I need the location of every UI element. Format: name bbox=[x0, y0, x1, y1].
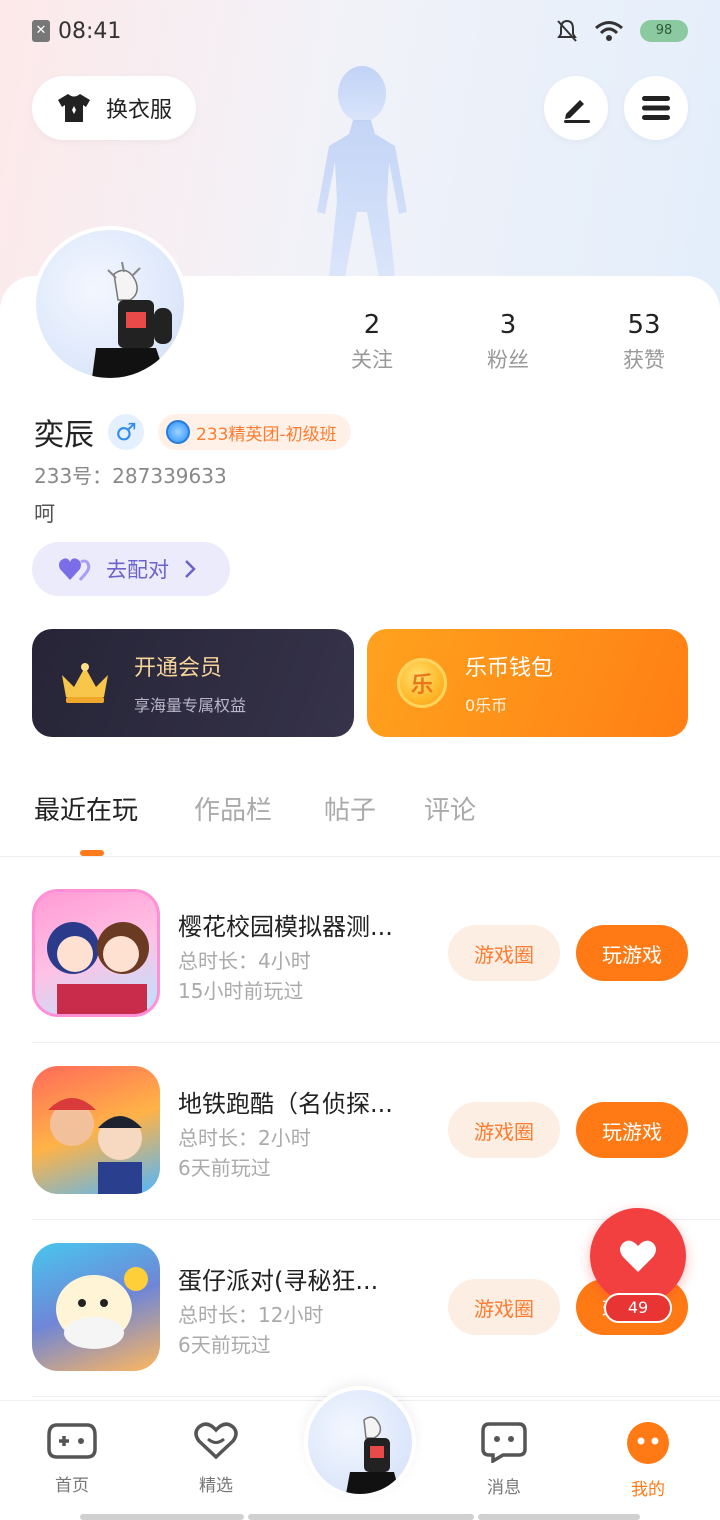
floating-like-button[interactable] bbox=[590, 1208, 686, 1304]
nav-home-label: 首页 bbox=[55, 1476, 89, 1496]
game-duration: 总时长：2小时 bbox=[178, 1126, 311, 1150]
coin-icon: 乐 bbox=[397, 658, 447, 708]
edit-profile-button[interactable] bbox=[544, 76, 608, 140]
play-game-button[interactable]: 玩游戏 bbox=[576, 925, 688, 981]
wifi-icon bbox=[595, 21, 623, 41]
game-circle-button[interactable]: 游戏圈 bbox=[448, 925, 560, 981]
play-game-button[interactable]: 玩游戏 bbox=[576, 1102, 688, 1158]
gamepad-icon bbox=[47, 1423, 97, 1459]
user-id[interactable]: 233号：287339633 bbox=[34, 460, 227, 489]
game-title: 蛋仔派对(寻秘狂... bbox=[178, 1267, 379, 1295]
tab-recent[interactable]: 最近在玩 bbox=[34, 790, 138, 827]
chevron-right-icon bbox=[185, 560, 196, 578]
double-heart-icon bbox=[59, 558, 91, 581]
nav-me[interactable]: 我的 bbox=[598, 1421, 698, 1500]
nav-me-label: 我的 bbox=[631, 1480, 665, 1500]
game-circle-button[interactable]: 游戏圈 bbox=[448, 1102, 560, 1158]
match-label: 去配对 bbox=[106, 558, 169, 582]
game-icon-sakura bbox=[32, 889, 160, 1017]
tab-works[interactable]: 作品栏 bbox=[194, 790, 272, 827]
nav-center-avatar[interactable] bbox=[304, 1386, 416, 1498]
wallet-title: 乐币钱包 bbox=[465, 656, 554, 681]
status-time: 08:41 bbox=[58, 18, 122, 44]
crown-icon bbox=[62, 663, 108, 703]
pen-icon bbox=[564, 100, 590, 123]
profile-face-icon bbox=[627, 1422, 669, 1464]
tab-posts[interactable]: 帖子 bbox=[324, 790, 376, 827]
stat-fans-label: 粉丝 bbox=[487, 348, 529, 372]
menu-button[interactable] bbox=[624, 76, 688, 140]
change-outfit-button[interactable]: 换衣服 bbox=[32, 76, 196, 140]
nav-featured-label: 精选 bbox=[199, 1476, 233, 1496]
stat-following-label: 关注 bbox=[351, 348, 393, 372]
user-bio: 呵 bbox=[34, 502, 55, 526]
status-bar: ✕ 08:41 98 bbox=[0, 0, 720, 62]
game-duration: 总时长：4小时 bbox=[178, 949, 311, 973]
badge-medal-icon bbox=[166, 420, 190, 444]
game-duration: 总时长：12小时 bbox=[178, 1303, 324, 1327]
row-divider bbox=[32, 1042, 720, 1043]
game-title: 樱花校园模拟器测... bbox=[178, 913, 393, 941]
stat-following[interactable]: 2 关注 bbox=[322, 310, 422, 374]
nav-featured[interactable]: 精选 bbox=[166, 1421, 266, 1496]
game-icon-eggy bbox=[32, 1243, 160, 1371]
stat-likes-count: 53 bbox=[627, 310, 661, 340]
tab-comments[interactable]: 评论 bbox=[424, 790, 476, 827]
nav-messages[interactable]: 消息 bbox=[454, 1421, 554, 1498]
avatar[interactable] bbox=[32, 226, 188, 382]
name-row: 奕辰 ♂ 233精英团-初级班 bbox=[34, 410, 351, 454]
hamburger-icon bbox=[642, 96, 670, 120]
avatar-3d-figure[interactable] bbox=[295, 62, 430, 277]
vip-title: 开通会员 bbox=[134, 656, 223, 681]
game-circle-button[interactable]: 游戏圈 bbox=[448, 1279, 560, 1335]
tabs-divider bbox=[0, 856, 720, 857]
like-count-badge: 49 bbox=[604, 1293, 672, 1323]
tshirt-icon bbox=[57, 94, 90, 122]
badge-label: 233精英团-初级班 bbox=[196, 424, 337, 445]
vip-subtitle: 享海量专属权益 bbox=[134, 696, 247, 715]
nav-home[interactable]: 首页 bbox=[22, 1421, 122, 1496]
heart-icon bbox=[620, 1240, 656, 1272]
stat-fans-count: 3 bbox=[499, 310, 517, 340]
silent-bell-icon bbox=[557, 19, 577, 42]
stat-fans[interactable]: 3 粉丝 bbox=[458, 310, 558, 374]
heart-outline-icon bbox=[194, 1422, 238, 1460]
wallet-card[interactable]: 乐 乐币钱包 0乐币 bbox=[367, 629, 688, 737]
game-last-played: 6天前玩过 bbox=[178, 1156, 271, 1180]
match-button[interactable]: 去配对 bbox=[32, 542, 230, 596]
stat-likes[interactable]: 53 获赞 bbox=[594, 310, 694, 374]
wallet-balance: 0乐币 bbox=[465, 696, 508, 715]
home-indicator-segment bbox=[248, 1514, 474, 1520]
male-icon: ♂ bbox=[108, 414, 144, 450]
stat-likes-label: 获赞 bbox=[623, 348, 665, 372]
list-item[interactable]: 樱花校园模拟器测... 总时长：4小时 15小时前玩过 游戏圈 玩游戏 bbox=[32, 889, 720, 1065]
no-sim-icon: ✕ bbox=[32, 20, 50, 42]
game-last-played: 6天前玩过 bbox=[178, 1333, 271, 1357]
user-name: 奕辰 bbox=[34, 418, 94, 453]
stat-following-count: 2 bbox=[363, 310, 381, 340]
game-last-played: 15小时前玩过 bbox=[178, 979, 304, 1003]
home-indicator-segment bbox=[478, 1514, 640, 1520]
change-outfit-label: 换衣服 bbox=[105, 98, 172, 123]
vip-card[interactable]: 开通会员 享海量专属权益 bbox=[32, 629, 354, 737]
chat-bubble-icon bbox=[481, 1422, 527, 1465]
game-icon-subway bbox=[32, 1066, 160, 1194]
home-indicator-segment bbox=[80, 1514, 244, 1520]
battery-indicator: 98 bbox=[640, 20, 688, 42]
elite-badge[interactable]: 233精英团-初级班 bbox=[158, 414, 351, 450]
nav-messages-label: 消息 bbox=[487, 1478, 521, 1498]
game-title: 地铁跑酷（名侦探... bbox=[178, 1090, 393, 1118]
